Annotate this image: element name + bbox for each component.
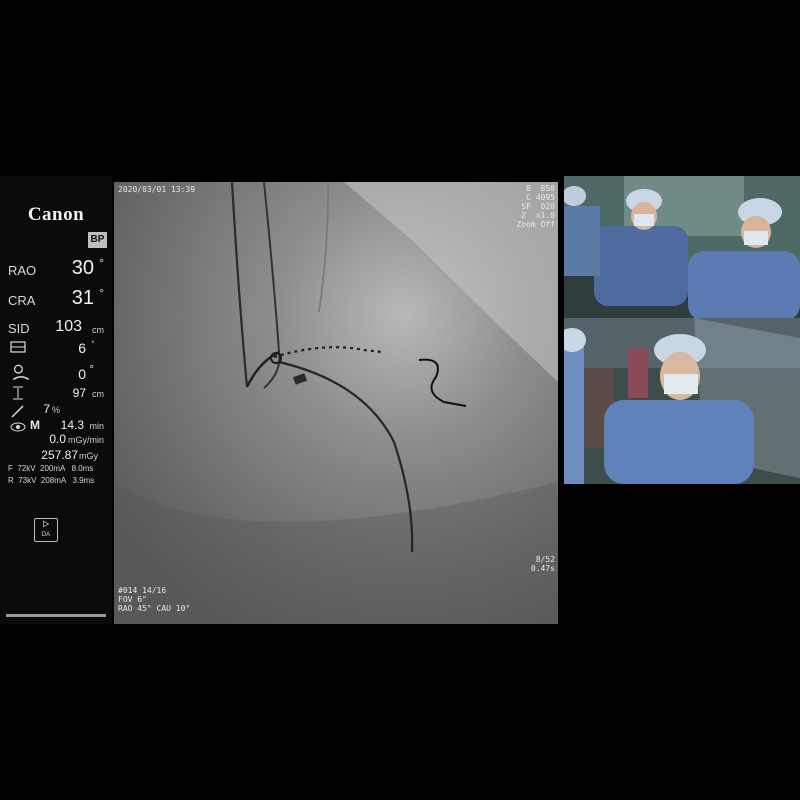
field-value: 6 bbox=[78, 340, 86, 356]
sid-value: 103 bbox=[55, 318, 82, 335]
rao-value: 30 bbox=[71, 257, 94, 279]
cra-value: 31 bbox=[71, 287, 94, 309]
collimator-icon bbox=[10, 341, 26, 353]
table-rotation-icon bbox=[12, 364, 30, 381]
bp-badge: BP bbox=[88, 232, 107, 248]
da-icon bbox=[43, 520, 50, 528]
angle-label: RAO 45° CAU 10° bbox=[118, 604, 191, 613]
camera-view-top[interactable] bbox=[564, 176, 800, 318]
rear-exposure-line: R 73kV 208mA 3.9ms bbox=[8, 476, 95, 485]
surgeon-photo bbox=[564, 318, 800, 484]
height-value: 97 bbox=[72, 386, 86, 400]
series-number: #014 14/16 bbox=[118, 586, 167, 595]
rao-row: RAO 30 ° bbox=[6, 254, 106, 280]
dose-total-value: 257.87 bbox=[41, 448, 78, 462]
dose-rate-unit: mGy/min bbox=[68, 435, 104, 445]
dose-rate-value: 0.0 bbox=[49, 432, 66, 446]
panel-divider bbox=[6, 614, 106, 617]
field-unit: ' bbox=[91, 338, 94, 352]
da-label: DA bbox=[41, 532, 51, 538]
height-row: 97 cm bbox=[6, 382, 106, 402]
table-rotation-value: 0 bbox=[78, 366, 86, 382]
dose-total-row: 257.87 mGy bbox=[6, 446, 106, 464]
brightness-line: B 850 bbox=[526, 184, 555, 193]
frame-overlay: 8/52 0.47s bbox=[531, 555, 555, 573]
percent-unit: % bbox=[51, 405, 60, 415]
front-exposure-line: F 72kV 200mA 8.0ms bbox=[8, 464, 94, 473]
frame-counter: 8/52 bbox=[535, 555, 555, 564]
xray-image bbox=[114, 182, 558, 624]
operating-room-photo bbox=[564, 176, 800, 318]
table-rotation-unit: ° bbox=[89, 362, 94, 376]
contrast-line: C 4095 bbox=[526, 193, 555, 202]
sid-label: SID bbox=[8, 321, 30, 336]
field-row: 6 ' bbox=[6, 336, 106, 358]
angiography-image[interactable]: 2020/03/01 13:39 B 850 C 4095 SF 020 Z x1.0… bbox=[114, 182, 558, 624]
dose-total-unit: mGy bbox=[79, 451, 98, 461]
sid-unit: cm bbox=[92, 325, 104, 335]
datetime-overlay: 2020/03/01 13:39 bbox=[118, 185, 196, 194]
zoom-status-line: Zoom Off bbox=[516, 220, 555, 229]
height-unit: cm bbox=[92, 389, 104, 399]
percent-value: 7 bbox=[43, 402, 50, 416]
exposure-overlay: B 850 C 4095 SF 020 Z x1.0 Zoom Off bbox=[516, 184, 555, 229]
cra-label: CRA bbox=[8, 293, 36, 308]
series-overlay: #014 14/16 FOV 6" RAO 45° CAU 10° bbox=[118, 586, 190, 613]
cra-row: CRA 31 ° bbox=[6, 284, 106, 310]
camera-view-bottom[interactable] bbox=[564, 318, 800, 484]
table-rotation-row: 0 ° bbox=[6, 360, 106, 384]
rao-label: RAO bbox=[8, 263, 37, 278]
rao-unit: ° bbox=[99, 256, 104, 270]
da-button[interactable] bbox=[34, 518, 58, 542]
zoom-factor-line: Z x1.0 bbox=[521, 211, 555, 220]
brand-logo: Canon bbox=[27, 204, 85, 225]
cra-unit: ° bbox=[99, 286, 104, 300]
sf-line: SF 020 bbox=[521, 202, 555, 211]
frame-time: 0.47s bbox=[530, 564, 555, 573]
height-icon bbox=[13, 386, 23, 400]
status-panel: Canon BP RAO 30 ° CRA 31 ° SID 103 cm 6 … bbox=[0, 176, 112, 624]
sid-row: SID 103 cm bbox=[6, 312, 106, 338]
fov-label: FOV 6" bbox=[118, 595, 147, 604]
